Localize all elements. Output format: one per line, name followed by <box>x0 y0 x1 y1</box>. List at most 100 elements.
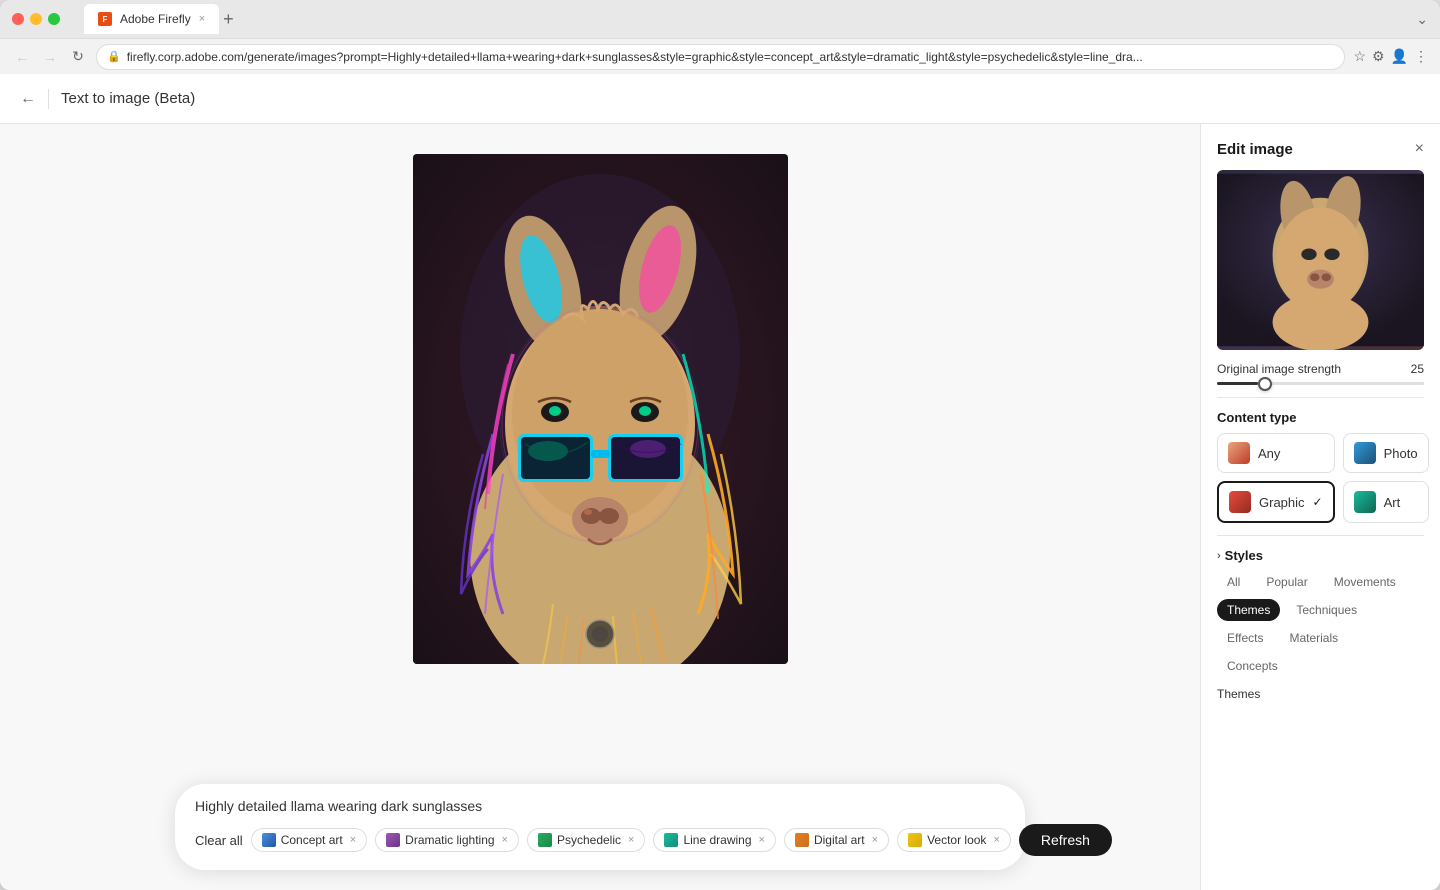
url-text: firefly.corp.adobe.com/generate/images?p… <box>127 50 1143 64</box>
ct-icon-photo <box>1354 442 1376 464</box>
panel-header: Edit image × <box>1217 140 1424 158</box>
more-icon[interactable]: ⋮ <box>1414 48 1428 65</box>
tag-label-line-drawing: Line drawing <box>683 833 751 847</box>
tab-close-button[interactable]: × <box>199 13 205 25</box>
clear-all-button[interactable]: Clear all <box>195 833 243 848</box>
slider-track[interactable] <box>1217 382 1424 385</box>
tag-close-psychedelic[interactable]: × <box>628 834 634 846</box>
image-strength-section: Original image strength 25 <box>1217 362 1424 385</box>
generated-image <box>413 154 788 664</box>
tag-icon-line-drawing <box>664 833 678 847</box>
titlebar: F Adobe Firefly × + ⌄ <box>0 0 1440 38</box>
style-tabs: All Popular Movements Themes Techniques … <box>1217 571 1424 677</box>
slider-fill <box>1217 382 1258 385</box>
new-tab-button[interactable]: + <box>223 10 234 28</box>
tag-vector-look[interactable]: Vector look × <box>897 828 1011 852</box>
styles-section: › Styles All Popular Movements Themes Te… <box>1217 548 1424 703</box>
refresh-nav-button[interactable]: ↻ <box>68 48 88 65</box>
addressbar: ← → ↻ 🔒 firefly.corp.adobe.com/generate/… <box>0 38 1440 74</box>
styles-title: Styles <box>1225 548 1263 563</box>
browser-menu-icon[interactable]: ⌄ <box>1416 11 1428 28</box>
refresh-button[interactable]: Refresh <box>1019 824 1112 856</box>
tag-label-concept-art: Concept art <box>281 833 343 847</box>
style-tab-all[interactable]: All <box>1217 571 1250 593</box>
url-bar[interactable]: 🔒 firefly.corp.adobe.com/generate/images… <box>96 44 1345 70</box>
style-tab-materials[interactable]: Materials <box>1279 627 1348 649</box>
slider-thumb[interactable] <box>1258 377 1272 391</box>
style-tab-concepts[interactable]: Concepts <box>1217 655 1288 677</box>
ct-option-any[interactable]: Any <box>1217 433 1335 473</box>
page-title: Text to image (Beta) <box>61 90 195 107</box>
style-tab-effects[interactable]: Effects <box>1217 627 1273 649</box>
tag-icon-psychedelic <box>538 833 552 847</box>
ct-icon-any <box>1228 442 1250 464</box>
content-type-grid: Any Photo Graphic ✓ A <box>1217 433 1424 523</box>
tag-label-vector-look: Vector look <box>927 833 986 847</box>
prompt-text[interactable]: Highly detailed llama wearing dark sungl… <box>195 798 1005 814</box>
tag-icon-concept-art <box>262 833 276 847</box>
panel-title: Edit image <box>1217 141 1293 158</box>
tag-icon-vector-look <box>908 833 922 847</box>
tag-close-digital-art[interactable]: × <box>872 834 878 846</box>
tags-row: Clear all Concept art × Dramatic lightin… <box>195 824 1005 856</box>
ct-icon-art <box>1354 491 1376 513</box>
original-image-thumbnail <box>1217 170 1424 350</box>
app-content: ← Text to image (Beta) <box>0 74 1440 890</box>
panel-close-button[interactable]: × <box>1415 140 1424 158</box>
center-content: Highly detailed llama wearing dark sungl… <box>0 124 1200 890</box>
minimize-window-button[interactable] <box>30 13 42 25</box>
tag-digital-art[interactable]: Digital art × <box>784 828 889 852</box>
tag-close-dramatic-lighting[interactable]: × <box>502 834 508 846</box>
slider-label: Original image strength <box>1217 362 1341 376</box>
divider-2 <box>1217 535 1424 536</box>
ct-option-photo[interactable]: Photo <box>1343 433 1429 473</box>
style-tab-popular[interactable]: Popular <box>1256 571 1317 593</box>
ct-label-any: Any <box>1258 446 1280 461</box>
style-tab-movements[interactable]: Movements <box>1324 571 1406 593</box>
bookmark-icon[interactable]: ☆ <box>1353 48 1366 65</box>
prompt-bar: Highly detailed llama wearing dark sungl… <box>175 784 1025 870</box>
close-window-button[interactable] <box>12 13 24 25</box>
app-back-button[interactable]: ← <box>20 90 36 108</box>
edit-panel: Edit image × <box>1200 124 1440 890</box>
ct-option-art[interactable]: Art <box>1343 481 1429 523</box>
generated-image-container <box>413 154 788 664</box>
style-tab-themes[interactable]: Themes <box>1217 599 1280 621</box>
lock-icon: 🔒 <box>107 50 121 63</box>
ct-icon-graphic <box>1229 491 1251 513</box>
tag-close-concept-art[interactable]: × <box>350 834 356 846</box>
adobe-favicon: F <box>98 12 112 26</box>
tag-label-psychedelic: Psychedelic <box>557 833 621 847</box>
tag-label-dramatic-lighting: Dramatic lighting <box>405 833 494 847</box>
styles-header[interactable]: › Styles <box>1217 548 1424 563</box>
extension-icon[interactable]: ⚙ <box>1372 48 1385 65</box>
slider-value: 25 <box>1411 362 1424 376</box>
style-tab-techniques[interactable]: Techniques <box>1286 599 1367 621</box>
ct-label-graphic: Graphic <box>1259 495 1305 510</box>
app-header: ← Text to image (Beta) <box>0 74 1440 124</box>
back-nav-button[interactable]: ← <box>12 49 32 65</box>
browser-window: F Adobe Firefly × + ⌄ ← → ↻ 🔒 firefly.co… <box>0 0 1440 890</box>
styles-chevron-icon: › <box>1217 550 1221 562</box>
header-divider <box>48 89 49 109</box>
slider-label-row: Original image strength 25 <box>1217 362 1424 376</box>
ct-label-photo: Photo <box>1384 446 1418 461</box>
active-tab[interactable]: F Adobe Firefly × <box>84 4 219 34</box>
ct-option-graphic[interactable]: Graphic ✓ <box>1217 481 1335 523</box>
tag-line-drawing[interactable]: Line drawing × <box>653 828 775 852</box>
tag-icon-digital-art <box>795 833 809 847</box>
browser-toolbar: ☆ ⚙ 👤 ⋮ <box>1353 48 1428 65</box>
traffic-lights <box>12 13 60 25</box>
tag-dramatic-lighting[interactable]: Dramatic lighting × <box>375 828 519 852</box>
content-type-title: Content type <box>1217 410 1424 425</box>
tab-bar: F Adobe Firefly × + <box>84 4 234 34</box>
forward-nav-button[interactable]: → <box>40 49 60 65</box>
tag-concept-art[interactable]: Concept art × <box>251 828 367 852</box>
tag-psychedelic[interactable]: Psychedelic × <box>527 828 645 852</box>
tag-close-line-drawing[interactable]: × <box>759 834 765 846</box>
divider-1 <box>1217 397 1424 398</box>
profile-icon[interactable]: 👤 <box>1391 48 1408 65</box>
maximize-window-button[interactable] <box>48 13 60 25</box>
ct-label-art: Art <box>1384 495 1401 510</box>
tag-close-vector-look[interactable]: × <box>993 834 999 846</box>
